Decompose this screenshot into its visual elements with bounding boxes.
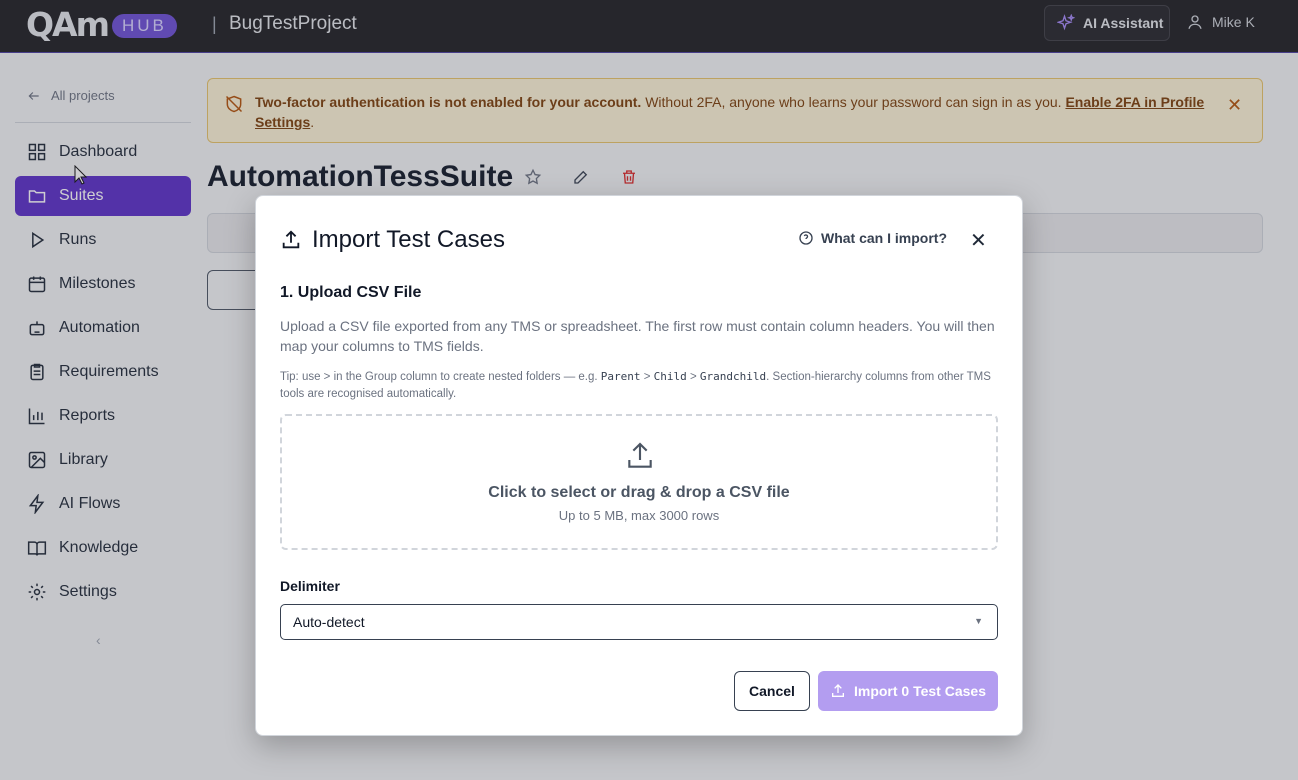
dropzone-limits: Up to 5 MB, max 3000 rows bbox=[558, 508, 720, 523]
upload-description: Upload a CSV file exported from any TMS … bbox=[280, 318, 995, 354]
delimiter-select[interactable]: Auto-detect ▼ bbox=[280, 604, 998, 640]
delimiter-label: Delimiter bbox=[280, 578, 340, 594]
import-test-cases-button[interactable]: Import 0 Test Cases bbox=[818, 671, 998, 711]
tip-code-grandchild: Grandchild bbox=[699, 370, 767, 383]
tip-arrow-2: > bbox=[690, 371, 697, 383]
help-circle-icon bbox=[799, 231, 813, 245]
upload-icon bbox=[628, 442, 652, 468]
close-icon[interactable]: ✕ bbox=[970, 228, 987, 253]
upload-icon bbox=[282, 230, 300, 249]
csv-dropzone[interactable]: Click to select or drag & drop a CSV fil… bbox=[280, 414, 998, 550]
tip-code-child: Child bbox=[653, 370, 687, 383]
import-button-label: Import 0 Test Cases bbox=[853, 683, 986, 699]
tip-text: Tip: use > in the Group column to create… bbox=[280, 368, 1004, 403]
step-heading: 1. Upload CSV File bbox=[280, 284, 422, 301]
chevron-down-icon: ▼ bbox=[974, 616, 983, 626]
what-can-i-import-link[interactable]: What can I import? bbox=[798, 230, 947, 246]
import-test-cases-dialog: Import Test Cases What can I import? ✕ 1… bbox=[255, 195, 1023, 736]
tip-arrow-1: > bbox=[643, 371, 651, 383]
cancel-button[interactable]: Cancel bbox=[734, 671, 810, 711]
dropzone-label: Click to select or drag & drop a CSV fil… bbox=[488, 484, 790, 501]
what-can-i-import-label: What can I import? bbox=[821, 230, 947, 246]
upload-icon bbox=[831, 684, 844, 697]
tip-prefix: Tip: use > in the Group column to create… bbox=[280, 371, 601, 383]
tip-code-parent: Parent bbox=[600, 370, 641, 383]
dialog-title: Import Test Cases bbox=[280, 226, 505, 254]
dialog-title-text: Import Test Cases bbox=[312, 226, 505, 253]
delimiter-value: Auto-detect bbox=[293, 614, 365, 630]
